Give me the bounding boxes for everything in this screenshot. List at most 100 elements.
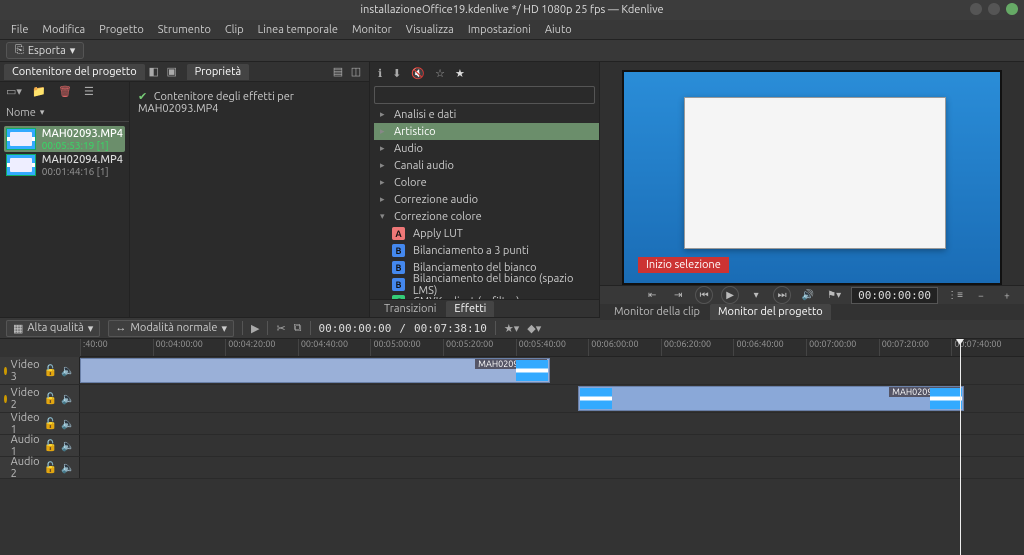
timeline-ruler[interactable]: :40:00 00:04:00:00 00:04:20:00 00:04:40:… (80, 339, 1024, 357)
mute-track-icon[interactable]: 🔈 (61, 364, 75, 377)
minus-icon[interactable]: − (972, 286, 990, 304)
monitor-timecode[interactable]: 00:00:00:00 (851, 287, 938, 304)
mute-track-icon[interactable]: 🔈 (61, 417, 75, 430)
mute-track-icon[interactable]: 🔈 (61, 392, 75, 405)
minimize-icon[interactable] (970, 3, 982, 15)
track-audio-1[interactable]: Audio 1🔓🔈 (0, 435, 1024, 457)
monitor-frame: Inizio selezione (622, 70, 1002, 285)
menu-monitor[interactable]: Monitor (345, 24, 399, 36)
effect-item[interactable]: AApply LUT (374, 225, 599, 242)
effect-category[interactable]: ▸Artistico (374, 123, 599, 140)
track-video-1[interactable]: Video 1🔓🔈 (0, 413, 1024, 435)
menu-help[interactable]: Aiuto (538, 24, 579, 36)
bin-clip[interactable]: MAH02094.MP4 00:01:44:16 [1] (4, 152, 125, 178)
timeline[interactable]: :40:00 00:04:00:00 00:04:20:00 00:04:40:… (0, 339, 1024, 555)
sort-arrow-icon: ▾ (40, 107, 45, 118)
track-video-3[interactable]: Video 3🔓🔈 MAH02093.MP4 (0, 357, 1024, 385)
tab-effects[interactable]: Effetti (446, 301, 494, 317)
mute-track-icon[interactable]: 🔈 (61, 461, 75, 474)
play-icon[interactable]: ▶ (721, 286, 739, 304)
bin-header-name[interactable]: Nome▾ (0, 104, 129, 122)
tab-project-bin[interactable]: Contenitore del progetto (4, 64, 145, 80)
lock-icon[interactable]: 🔓 (44, 461, 58, 474)
star-filled-icon[interactable]: ★ (455, 67, 465, 80)
playhead[interactable] (960, 339, 961, 555)
track-audio-2[interactable]: Audio 2🔓🔈 (0, 457, 1024, 479)
lock-icon[interactable]: 🔓 (44, 364, 58, 377)
guide-icon[interactable]: ◆▾ (527, 322, 541, 335)
effect-item[interactable]: BBilanciamento del bianco (spazio LMS) (374, 276, 599, 293)
export-button[interactable]: ⎘ Esporta ▾ (6, 42, 84, 59)
close-icon[interactable] (1006, 3, 1018, 15)
menu-edit[interactable]: Modifica (35, 24, 92, 36)
timeline-clip[interactable]: MAH02094.MP4 (578, 386, 964, 411)
add-clip-icon[interactable]: ▭▾ (6, 85, 22, 101)
effect-category[interactable]: ▸Colore (374, 174, 599, 191)
favorite-icon[interactable]: ★▾ (504, 322, 519, 335)
menu-settings[interactable]: Impostazioni (461, 24, 538, 36)
monitor-overlay-label: Inizio selezione (638, 257, 729, 273)
track-video-2[interactable]: Video 2🔓🔈 MAH02094.MP4 (0, 385, 1024, 413)
tab-clip-monitor[interactable]: Monitor della clip (606, 304, 708, 320)
effect-category[interactable]: ▸Canali audio (374, 157, 599, 174)
effect-category[interactable]: ▸Audio (374, 140, 599, 157)
snap-icon[interactable]: ⧉ (294, 322, 302, 335)
menu-project[interactable]: Progetto (92, 24, 151, 36)
effect-category[interactable]: ▸Correzione audio (374, 191, 599, 208)
effect-category[interactable]: ▸Analisi e dati (374, 106, 599, 123)
clip-thumbnail (6, 128, 36, 150)
timeline-position-tc[interactable]: 00:00:00:00 (319, 322, 392, 335)
bin-clip[interactable]: MAH02093.MP4 00:05:53:19 [1] (4, 126, 125, 152)
timeline-clip[interactable]: MAH02093.MP4 (80, 358, 550, 383)
edit-mode-dropdown[interactable]: ↔ Modalità normale ▾ (108, 320, 234, 337)
tab-transitions[interactable]: Transizioni (376, 301, 444, 317)
main-toolbar: ⎘ Esporta ▾ (0, 40, 1024, 62)
close-panel-icon[interactable]: ▣ (165, 65, 179, 79)
menu-clip[interactable]: Clip (218, 24, 251, 36)
zone-end-icon[interactable]: ⇥ (669, 286, 687, 304)
menu-view[interactable]: Visualizza (399, 24, 461, 36)
effects-search-input[interactable] (374, 86, 595, 104)
menu-file[interactable]: File (4, 24, 35, 36)
effect-item[interactable]: BBilanciamento a 3 punti (374, 242, 599, 259)
menu-tool[interactable]: Strumento (151, 24, 218, 36)
add-folder-icon[interactable]: 📁 (32, 85, 48, 101)
info-icon[interactable]: ℹ (378, 67, 382, 80)
undock-icon[interactable]: ◧ (147, 65, 161, 79)
tab-project-monitor[interactable]: Monitor del progetto (710, 304, 831, 320)
mute-track-icon[interactable]: 🔈 (61, 439, 75, 452)
timeline-duration-tc: 00:07:38:10 (414, 322, 487, 335)
delete-clip-icon[interactable]: 🗑 (58, 85, 74, 101)
menu-timeline[interactable]: Linea temporale (251, 24, 345, 36)
volume-icon[interactable]: 🔊 (799, 286, 817, 304)
download-icon[interactable]: ⬇ (392, 67, 401, 80)
plus-icon[interactable]: + (998, 286, 1016, 304)
effects-toolbar: ℹ ⬇ 🔇 ☆ ★ (370, 62, 599, 84)
panel-close-icon[interactable]: ◫ (349, 65, 363, 79)
tab-properties[interactable]: Proprietà (187, 64, 249, 80)
star-outline-icon[interactable]: ☆ (435, 67, 445, 80)
forward-icon[interactable]: ⏭ (773, 286, 791, 304)
options-icon[interactable]: ⋮≡ (946, 286, 964, 304)
lock-icon[interactable]: 🔓 (44, 439, 58, 452)
export-icon: ⎘ (15, 44, 24, 57)
bin-menu-icon[interactable]: ☰ (84, 85, 100, 101)
play-menu-icon[interactable]: ▾ (747, 286, 765, 304)
mute-icon[interactable]: 🔇 (411, 67, 425, 80)
record-dot-icon (4, 367, 7, 375)
rewind-icon[interactable]: ⏮ (695, 286, 713, 304)
project-monitor[interactable]: Inizio selezione (600, 62, 1024, 285)
clip-thumb-icon (516, 360, 548, 381)
panel-menu-icon[interactable]: ▤ (331, 65, 345, 79)
maximize-icon[interactable] (988, 3, 1000, 15)
preview-quality-dropdown[interactable]: ▦ Alta qualità ▾ (6, 320, 100, 337)
zone-start-icon[interactable]: ⇤ (643, 286, 661, 304)
lock-icon[interactable]: 🔓 (44, 392, 58, 405)
effect-category[interactable]: ▾Correzione colore (374, 208, 599, 225)
check-icon[interactable]: ✔ (138, 91, 147, 103)
play-timeline-icon[interactable]: ▶ (251, 322, 259, 335)
marker-icon[interactable]: ⚑▾ (825, 286, 843, 304)
cut-icon[interactable]: ✂ (276, 322, 285, 335)
lock-icon[interactable]: 🔓 (44, 417, 58, 430)
clip-name: MAH02093.MP4 (42, 128, 123, 140)
